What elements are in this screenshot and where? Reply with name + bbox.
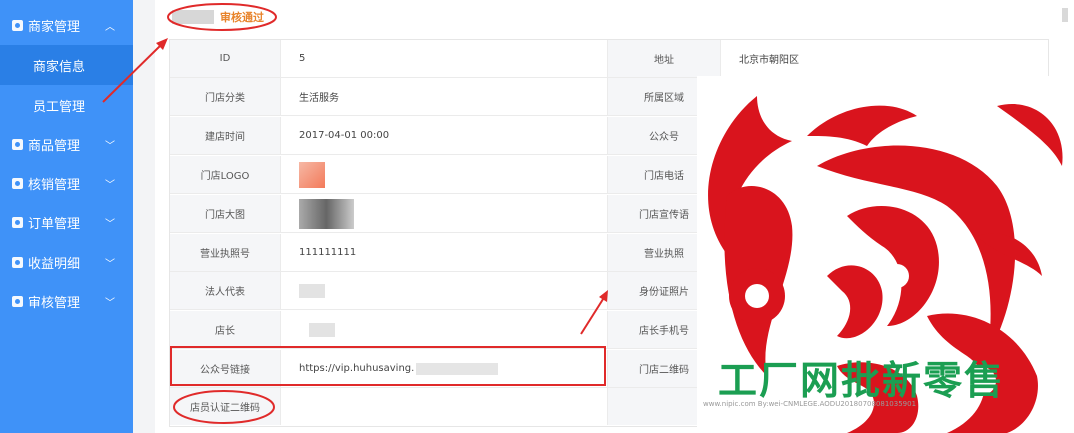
status-highlight-ellipse xyxy=(167,3,277,31)
qrcode-label-ellipse xyxy=(173,390,275,424)
overlay-watermark: www.nipic.com By:wei-CNMLEGE.AODU2018070… xyxy=(703,400,917,408)
link-highlight-box xyxy=(170,346,606,386)
arrow-to-status xyxy=(102,43,163,103)
overlay-caption: 工厂网批新零售 xyxy=(718,359,1006,404)
arrow-to-link xyxy=(580,295,606,335)
